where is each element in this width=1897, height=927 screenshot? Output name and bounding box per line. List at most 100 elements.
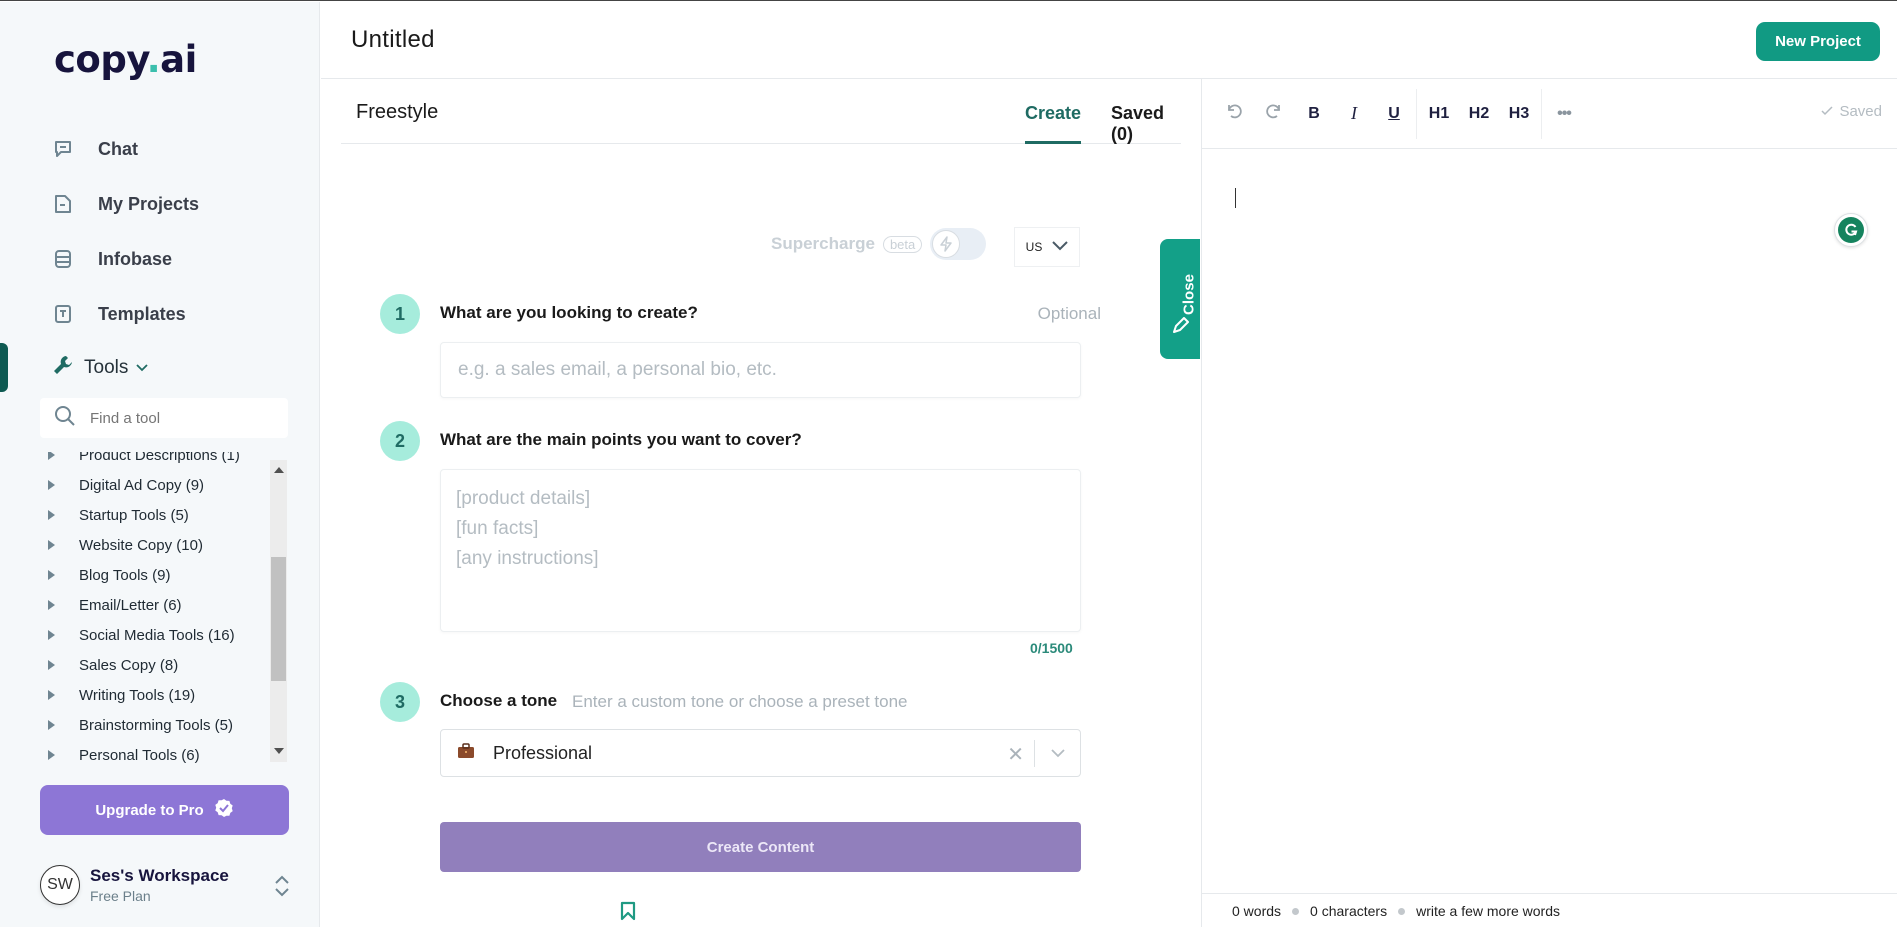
database-icon (52, 248, 74, 270)
separator-dot (1398, 907, 1406, 915)
caret-right-icon (48, 480, 55, 490)
tone-select[interactable]: Professional ✕ (440, 729, 1081, 777)
bookmark-icon[interactable] (620, 901, 636, 926)
tone-hint: Enter a custom tone or choose a preset t… (572, 692, 908, 711)
active-indicator (0, 343, 8, 392)
tool-category-item[interactable]: Social Media Tools (16) (40, 620, 270, 650)
close-panel-tab[interactable]: Close (1160, 239, 1200, 359)
tab-create[interactable]: Create (1025, 103, 1082, 144)
close-label: Close (1180, 274, 1198, 315)
tool-search[interactable] (40, 398, 288, 438)
tool-category-label: Website Copy (10) (79, 536, 203, 554)
tool-category-item[interactable]: Writing Tools (19) (40, 680, 270, 710)
tool-category-item[interactable]: Sales Copy (8) (40, 650, 270, 680)
panel-title: Freestyle (356, 101, 439, 123)
tool-list-scrollbar[interactable] (270, 460, 287, 762)
caret-right-icon (48, 540, 55, 550)
language-select[interactable]: US (1014, 227, 1080, 267)
caret-right-icon (48, 630, 55, 640)
scrollbar-thumb[interactable] (271, 557, 286, 681)
sidebar-item-chat[interactable]: Chat (52, 134, 138, 164)
tool-category-item[interactable]: Digital Ad Copy (9) (40, 470, 270, 500)
writing-hint: write a few more words (1416, 903, 1561, 919)
heading-3-button[interactable]: H3 (1499, 94, 1539, 134)
new-project-button[interactable]: New Project (1756, 22, 1880, 61)
search-icon (54, 405, 76, 432)
chevron-up-down-icon (274, 874, 290, 903)
upgrade-to-pro-button[interactable]: Upgrade to Pro (40, 785, 289, 835)
briefcase-icon (457, 742, 475, 764)
lightning-icon (932, 230, 961, 258)
chevron-down-icon (1052, 240, 1069, 254)
panel-header: Freestyle Create Saved (0) (341, 79, 1181, 144)
text-cursor (1235, 188, 1236, 208)
caret-right-icon (48, 510, 55, 520)
wrench-icon (52, 354, 74, 381)
main-points-textarea[interactable] (441, 470, 1080, 626)
scroll-up-arrow-icon[interactable] (274, 467, 284, 473)
tool-category-label: Startup Tools (5) (79, 506, 189, 524)
chevron-down-icon[interactable] (1050, 745, 1066, 763)
tool-category-item[interactable]: Email/Letter (6) (40, 590, 270, 620)
document-icon (52, 193, 74, 215)
underline-button[interactable]: U (1374, 94, 1414, 134)
create-what-input[interactable] (441, 343, 1080, 397)
heading-2-button[interactable]: H2 (1459, 94, 1499, 134)
supercharge-toggle[interactable] (930, 228, 987, 260)
language-value: US (1025, 240, 1043, 254)
sidebar-item-tools[interactable]: Tools (52, 354, 148, 381)
selected-tone: Professional (493, 742, 593, 763)
character-count: 0 characters (1310, 903, 1388, 919)
tool-category-item[interactable]: Blog Tools (9) (40, 560, 270, 590)
tool-category-label: Email/Letter (6) (79, 596, 182, 614)
chat-icon (52, 138, 74, 160)
caret-right-icon (48, 690, 55, 700)
workspace-plan: Free Plan (90, 888, 151, 904)
caret-right-icon (48, 570, 55, 580)
step-number-2: 2 (380, 421, 420, 461)
tool-category-label: Personal Tools (6) (79, 746, 200, 764)
grammarly-icon (1838, 217, 1864, 243)
step-label-3: Choose a tone (440, 691, 558, 710)
bold-button[interactable]: B (1294, 94, 1334, 134)
grammarly-button[interactable] (1834, 213, 1868, 247)
italic-button[interactable]: I (1334, 94, 1374, 134)
tool-category-item[interactable]: Startup Tools (5) (40, 500, 270, 530)
logo-text: copy (54, 38, 147, 81)
document-title[interactable]: Untitled (351, 26, 435, 54)
sidebar-item-my-projects[interactable]: My Projects (52, 189, 199, 219)
tools-label: Tools (84, 356, 129, 378)
create-content-button[interactable]: Create Content (440, 822, 1081, 872)
sidebar-item-label: Chat (98, 138, 138, 159)
avatar: SW (40, 865, 80, 905)
tool-category-item[interactable]: Website Copy (10) (40, 530, 270, 560)
tool-category-item[interactable]: Personal Tools (6) (40, 740, 270, 764)
supercharge-control: Supercharge beta (771, 228, 987, 260)
sidebar-item-infobase[interactable]: Infobase (52, 244, 172, 274)
copyai-logo[interactable]: copy.ai (54, 38, 197, 81)
sidebar-item-templates[interactable]: Templates (52, 299, 186, 329)
step-label-2: What are the main points you want to cov… (440, 430, 802, 449)
workspace-switcher[interactable]: SW Ses's Workspace Free Plan (40, 864, 290, 906)
redo-button[interactable] (1254, 94, 1294, 134)
caret-right-icon (48, 720, 55, 730)
optional-label: Optional (1037, 304, 1101, 323)
tab-saved[interactable]: Saved (0) (1111, 103, 1181, 145)
character-counter: 0/1500 (1030, 640, 1073, 656)
sidebar-item-label: My Projects (98, 193, 200, 214)
tool-category-item[interactable]: Product Descriptions (1) (40, 452, 270, 470)
editor-panel: B I U H1 H2 H3 ••• Saved 0 words 0 chara… (1201, 79, 1897, 927)
tool-category-item[interactable]: Brainstorming Tools (5) (40, 710, 270, 740)
heading-1-button[interactable]: H1 (1419, 94, 1459, 134)
tool-category-label: Social Media Tools (16) (79, 626, 235, 644)
undo-button[interactable] (1214, 94, 1254, 134)
tool-search-input[interactable] (90, 409, 270, 427)
tool-category-label: Blog Tools (9) (79, 566, 171, 584)
separator-dot (1292, 907, 1300, 915)
more-options-button[interactable]: ••• (1544, 94, 1584, 134)
clear-icon[interactable]: ✕ (1007, 742, 1024, 767)
step-number-1: 1 (380, 294, 420, 334)
scroll-down-arrow-icon[interactable] (274, 748, 284, 754)
caret-right-icon (48, 750, 55, 760)
supercharge-label: Supercharge (771, 234, 875, 253)
